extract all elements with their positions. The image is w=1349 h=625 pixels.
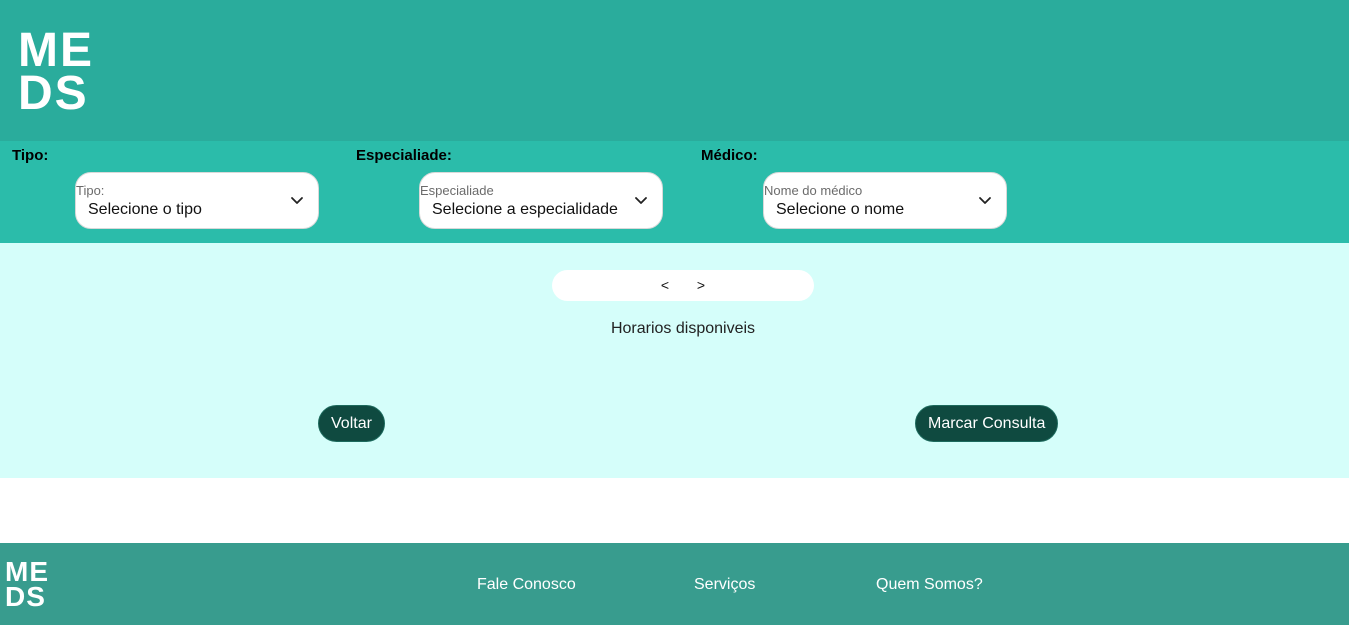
medico-select[interactable]: Nome do médico Selecione o nome: [763, 172, 1007, 229]
medico-select-caption: Nome do médico: [764, 183, 863, 198]
filters-bar: Tipo: Tipo: Selecione o tipo Especialiad…: [0, 141, 1349, 243]
site-footer: Fale Conosco Serviços Quem Somos?: [0, 543, 1349, 625]
tipo-select-caption: Tipo:: [76, 183, 105, 198]
logo-line-1: ME: [18, 24, 94, 77]
date-navigator: < >: [552, 270, 814, 301]
footer-meds-logo[interactable]: ME DS: [5, 556, 49, 612]
tipo-select-value: Selecione o tipo: [88, 201, 202, 218]
back-button[interactable]: Voltar: [318, 405, 385, 442]
chevron-down-icon: [635, 197, 647, 204]
footer-link-services[interactable]: Serviços: [694, 576, 755, 594]
schedule-panel: < > Horarios disponiveis Voltar Marcar C…: [0, 243, 1349, 478]
especialidade-select[interactable]: Especialiade Selecione a especialidade: [419, 172, 663, 229]
book-appointment-button[interactable]: Marcar Consulta: [915, 405, 1059, 442]
medico-select-value: Selecione o nome: [776, 201, 905, 218]
chevron-down-icon: [291, 197, 303, 204]
next-date-button[interactable]: >: [694, 277, 708, 293]
footer-logo-line-2: DS: [5, 581, 46, 612]
logo-line-2: DS: [18, 67, 89, 120]
especialidade-label: Especialiade:: [356, 147, 452, 164]
footer-link-about[interactable]: Quem Somos?: [876, 576, 983, 594]
prev-date-button[interactable]: <: [658, 277, 672, 293]
medico-label: Médico:: [701, 147, 758, 164]
chevron-down-icon: [979, 197, 991, 204]
site-header: ME DS: [0, 0, 1349, 141]
especialidade-select-value: Selecione a especialidade: [432, 201, 618, 218]
tipo-select[interactable]: Tipo: Selecione o tipo: [75, 172, 319, 229]
footer-link-contact[interactable]: Fale Conosco: [477, 576, 576, 594]
especialidade-select-caption: Especialiade: [420, 183, 494, 198]
meds-logo[interactable]: ME DS: [18, 24, 94, 120]
available-times-title: Horarios disponiveis: [610, 320, 756, 337]
footer-logo-line-1: ME: [5, 556, 49, 587]
tipo-label: Tipo:: [12, 147, 49, 164]
